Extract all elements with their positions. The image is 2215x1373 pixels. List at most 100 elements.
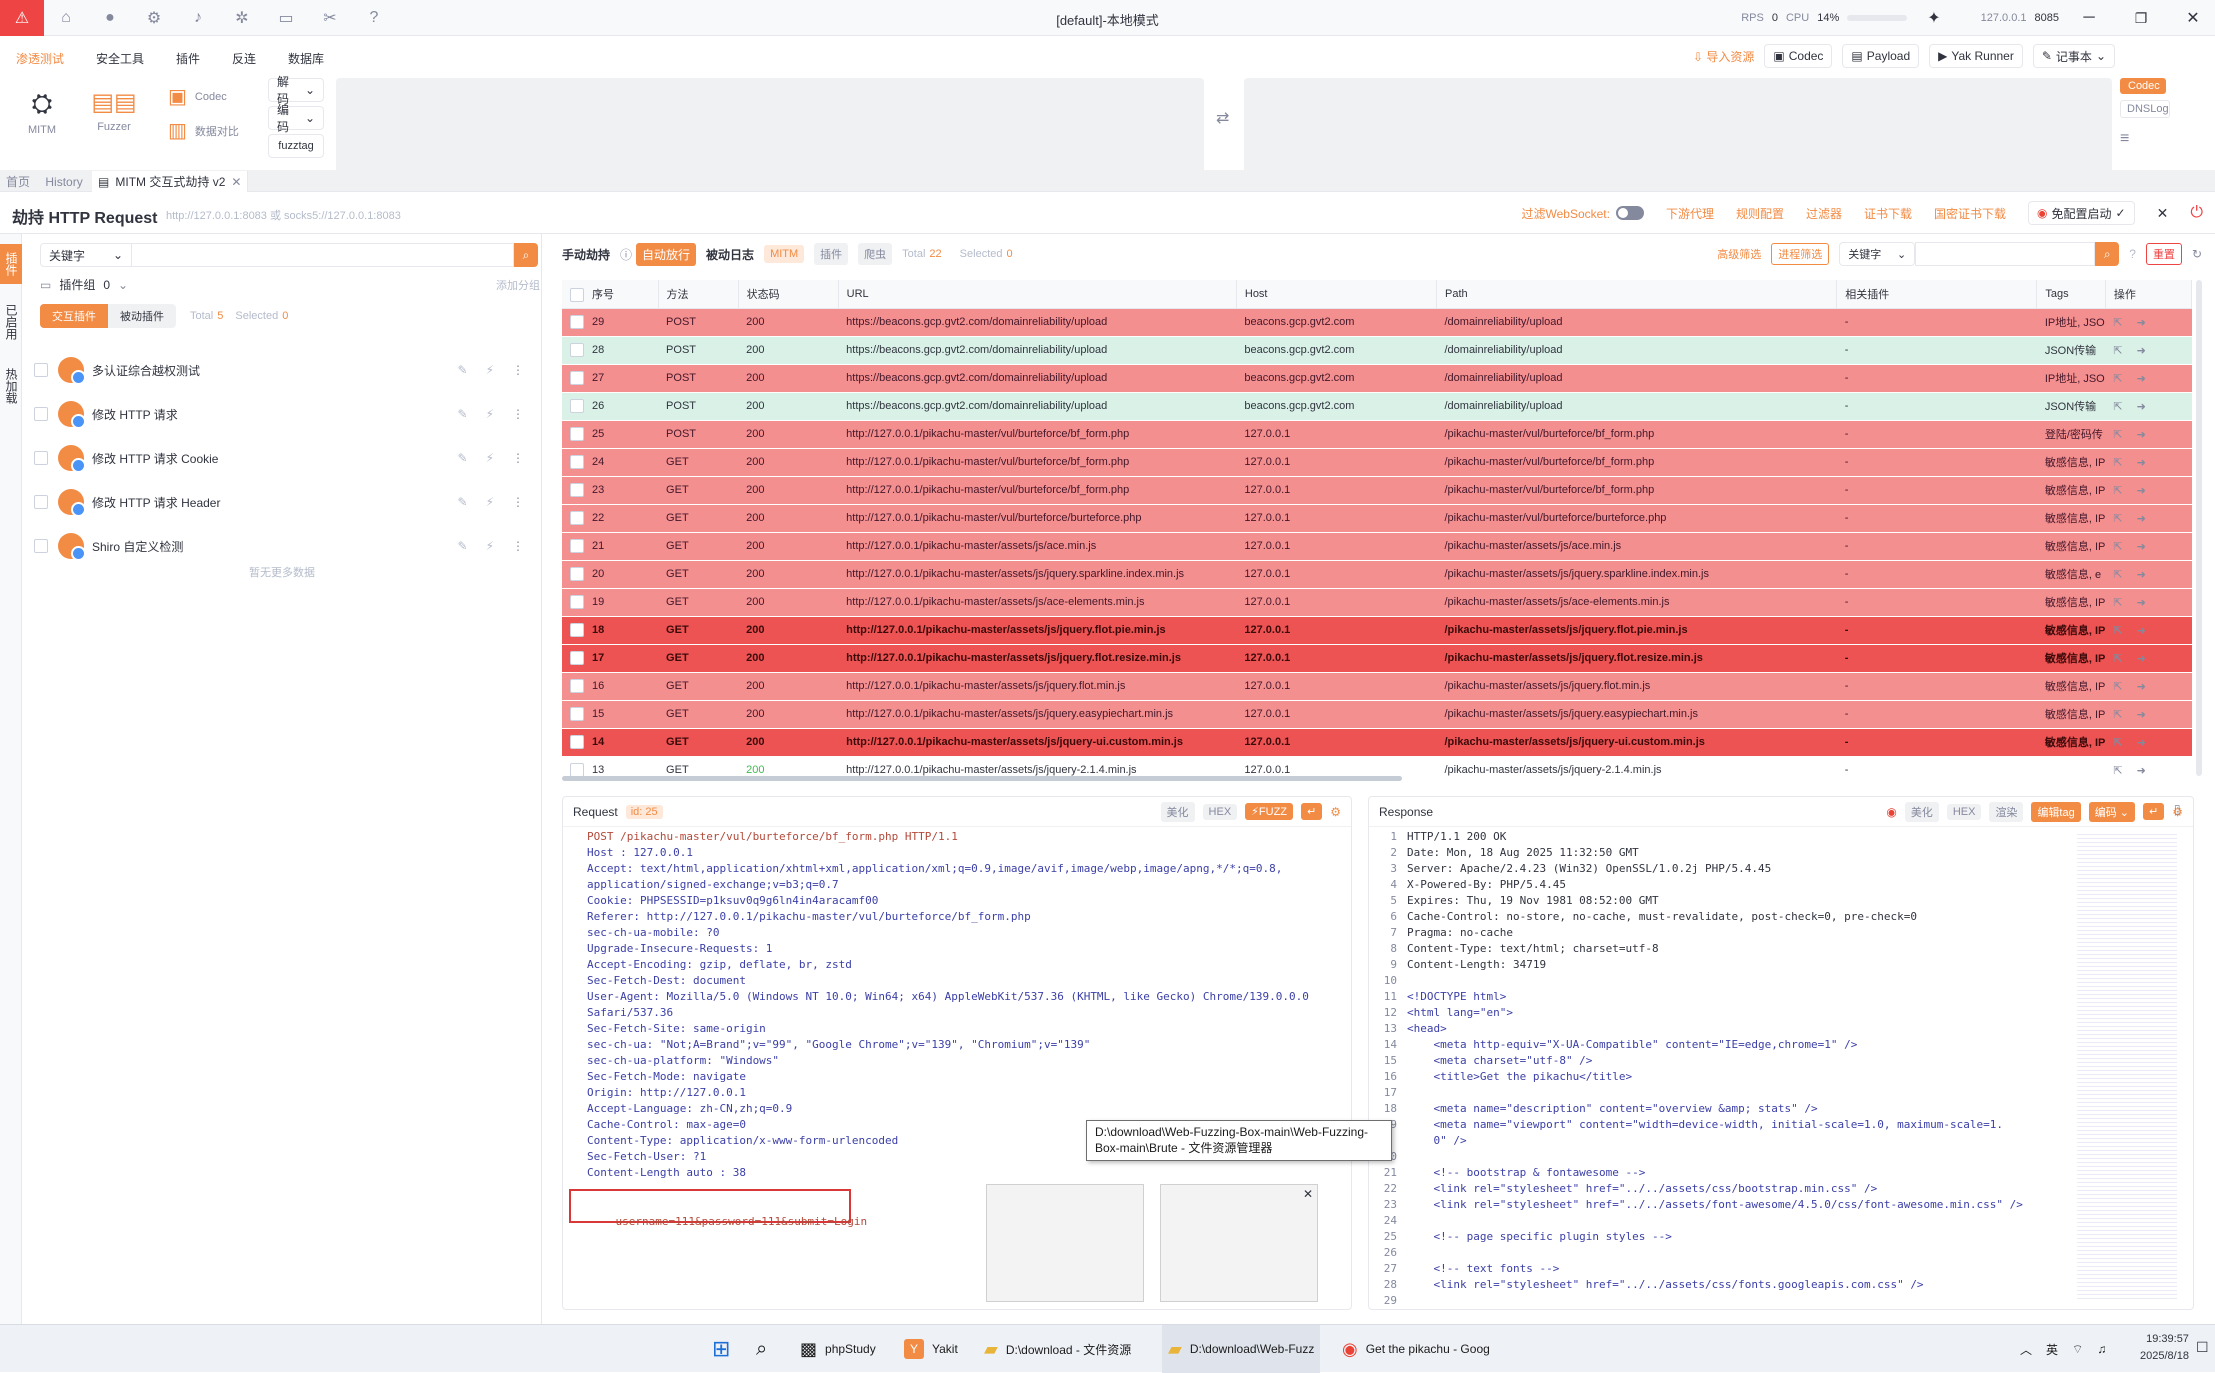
encode-select[interactable]: 编码 ⌄ (268, 103, 324, 134)
start-button[interactable]: ⊞ (712, 1325, 730, 1373)
plugin-checkbox[interactable] (34, 363, 48, 377)
row-checkbox[interactable] (570, 455, 584, 469)
tab-mitm[interactable]: ▤ MITM 交互式劫持 v2 ✕ (92, 170, 249, 193)
plugin-list-item[interactable]: Shiro 自定义检测 ✎ ⚡ ⋮ (34, 524, 554, 568)
table-row[interactable]: 21 GET 200 http://127.0.0.1/pikachu-master/… (562, 532, 2192, 561)
beautify-button[interactable]: 美化 (1160, 801, 1195, 822)
table-row[interactable]: 14 GET 200 http://127.0.0.1/pikachu-master/… (562, 728, 2192, 757)
bug-icon[interactable]: ✲ (220, 0, 264, 36)
row-checkbox[interactable] (570, 371, 584, 385)
split-view-icon[interactable]: ▯ (2174, 802, 2181, 816)
hex-button[interactable]: HEX (1202, 803, 1238, 820)
share-icon[interactable]: ⇱ (2113, 485, 2122, 497)
forward-icon[interactable]: ➜ (2137, 429, 2146, 441)
forward-icon[interactable]: ➜ (2137, 513, 2146, 525)
encode-select[interactable]: 编码 ⌄ (2088, 801, 2136, 822)
settings-icon[interactable]: ⚙ (132, 0, 176, 36)
row-checkbox[interactable] (570, 315, 584, 329)
share-icon[interactable]: ⇱ (2113, 681, 2122, 693)
reset-button[interactable]: 重置 (2145, 243, 2182, 265)
column-header-url[interactable]: URL (838, 280, 1237, 309)
share-icon[interactable]: ⇱ (2113, 541, 2122, 553)
column-header-status[interactable]: 状态码 (738, 280, 839, 309)
beautify-button[interactable]: 美化 (1904, 801, 1939, 822)
table-row[interactable]: 16 GET 200 http://127.0.0.1/pikachu-master/… (562, 672, 2192, 701)
compare-tool[interactable]: ▥ 数据对比 (168, 118, 239, 143)
plugin-checkbox[interactable] (34, 451, 48, 465)
more-icon[interactable]: ⋮ (512, 539, 524, 553)
decode-select[interactable]: 解码 ⌄ (268, 75, 324, 106)
chevron-down-icon[interactable]: ⌄ (118, 278, 128, 292)
plugin-checkbox[interactable] (34, 407, 48, 421)
tab-interactive-plugins[interactable]: 交互插件 (40, 304, 108, 328)
advanced-filter-link[interactable]: 高级筛选 (1717, 246, 1761, 262)
plugin-filter-tag[interactable]: 插件 (814, 243, 849, 265)
passive-log-button[interactable]: 被动日志 (706, 246, 754, 263)
share-icon[interactable]: ⇱ (2113, 513, 2122, 525)
no-config-start-button[interactable]: ◉ 免配置启动 ✓ (2028, 201, 2135, 225)
help-icon[interactable]: ? (352, 0, 396, 36)
column-header-tags[interactable]: Tags (2036, 280, 2106, 309)
table-row[interactable]: 28 POST 200 https://beacons.gcp.gvt2.com/do… (562, 336, 2192, 365)
column-header-method[interactable]: 方法 (658, 280, 739, 309)
row-checkbox[interactable] (570, 763, 584, 777)
home-icon[interactable]: ⌂ (44, 0, 88, 36)
auto-forward-button[interactable]: 自动放行 (636, 242, 697, 266)
tab-home[interactable]: 首页 (0, 170, 36, 192)
side-codec-tag[interactable]: Codec (2120, 78, 2166, 94)
table-row[interactable]: 20 GET 200 http://127.0.0.1/pikachu-master/… (562, 560, 2192, 589)
render-button[interactable]: 渲染 (1989, 801, 2024, 822)
forward-icon[interactable]: ➜ (2137, 345, 2146, 357)
row-checkbox[interactable] (570, 399, 584, 413)
mitm-filter-tag[interactable]: MITM (764, 245, 805, 263)
plugin-checkbox[interactable] (34, 495, 48, 509)
debug-icon[interactable]: ⚡ (486, 363, 494, 377)
keyword-select[interactable]: 关键字 ⌄ (40, 243, 132, 267)
cert-download-link[interactable]: 证书下载 (1864, 205, 1912, 222)
fuzz-button[interactable]: ⚡FUZZ (1245, 803, 1294, 820)
edit-icon[interactable]: ✎ (458, 539, 468, 553)
table-row[interactable]: 29 POST 200 https://beacons.gcp.gvt2.com/do… (562, 308, 2192, 337)
column-header-actions[interactable]: 操作 (2105, 280, 2193, 309)
table-keyword-select[interactable]: 关键字 ⌄ (1839, 242, 1916, 266)
forward-icon[interactable]: ➜ (2137, 737, 2146, 749)
plugin-list-item[interactable]: 修改 HTTP 请求 Header ✎ ⚡ ⋮ (34, 480, 554, 524)
share-icon[interactable]: ⇱ (2113, 569, 2122, 581)
menu-database[interactable]: 数据库 (288, 50, 324, 67)
rule-config-link[interactable]: 规则配置 (1736, 205, 1784, 222)
share-icon[interactable]: ⇱ (2113, 653, 2122, 665)
table-row[interactable]: 24 GET 200 http://127.0.0.1/pikachu-master/… (562, 448, 2192, 477)
tools-icon[interactable]: ✂ (308, 0, 352, 36)
edit-icon[interactable]: ✎ (458, 495, 468, 509)
mitm-tool[interactable]: ⛭ MITM (18, 88, 66, 136)
edit-icon[interactable]: ✎ (458, 407, 468, 421)
volume-icon[interactable]: ♫ (2097, 1342, 2106, 1356)
notebook-button[interactable]: ✎ 记事本 ⌄ (2032, 44, 2115, 68)
row-checkbox[interactable] (570, 343, 584, 357)
add-group-link[interactable]: 添加分组 (496, 277, 540, 293)
response-minimap[interactable] (2077, 831, 2177, 1301)
collapse-icon[interactable]: ≡ (2120, 130, 2204, 148)
share-icon[interactable]: ⇱ (2113, 457, 2122, 469)
share-icon[interactable]: ⇱ (2113, 737, 2122, 749)
taskbar-app-explorer-1[interactable]: ▰ D:\download - 文件资源 (984, 1325, 1131, 1373)
column-header-host[interactable]: Host (1236, 280, 1437, 309)
plugin-search-input[interactable] (132, 243, 514, 267)
table-row[interactable]: 15 GET 200 http://127.0.0.1/pikachu-master/… (562, 700, 2192, 729)
downstream-proxy-link[interactable]: 下游代理 (1666, 205, 1714, 222)
forward-icon[interactable]: ➜ (2137, 317, 2146, 329)
row-checkbox[interactable] (570, 623, 584, 637)
fuzztag-button[interactable]: fuzztag (268, 134, 324, 158)
forward-icon[interactable]: ➜ (2137, 541, 2146, 553)
search-button[interactable]: ⌕ (756, 1325, 767, 1373)
table-search-input[interactable] (1915, 242, 2096, 266)
table-vertical-scrollbar[interactable] (2196, 280, 2202, 776)
explorer-thumbnail-2[interactable]: ✕ (1160, 1184, 1318, 1302)
more-icon[interactable]: ⋮ (512, 407, 524, 421)
forward-icon[interactable]: ➜ (2137, 373, 2146, 385)
search-icon[interactable]: ⌕ (514, 243, 538, 267)
table-row[interactable]: 23 GET 200 http://127.0.0.1/pikachu-master/… (562, 476, 2192, 505)
menu-pentest[interactable]: 渗透测试 (16, 50, 64, 67)
table-row[interactable]: 26 POST 200 https://beacons.gcp.gvt2.com/do… (562, 392, 2192, 421)
forward-icon[interactable]: ➜ (2137, 709, 2146, 721)
